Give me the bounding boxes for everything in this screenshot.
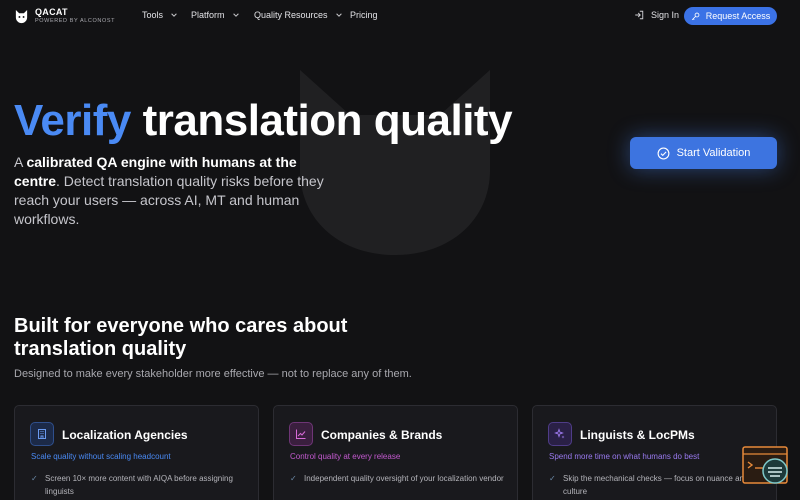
card-tagline: Scale quality without scaling headcount bbox=[31, 452, 171, 461]
logo-subtitle: POWERED BY ALCONOST bbox=[35, 18, 116, 24]
nav-item-label: Quality Resources bbox=[254, 10, 328, 20]
card-tagline: Spend more time on what humans do best bbox=[549, 452, 700, 461]
card-linguists-locpms: Linguists & LocPMs Spend more time on wh… bbox=[532, 405, 777, 500]
logo-name: QACAT bbox=[35, 7, 68, 17]
request-access-button[interactable]: Request Access bbox=[684, 7, 777, 25]
section-title: Built for everyone who cares about trans… bbox=[14, 315, 348, 360]
nav-item-label: Platform bbox=[191, 10, 225, 20]
chart-icon bbox=[296, 429, 306, 439]
nav-item-tools[interactable]: Tools bbox=[142, 10, 178, 20]
chevron-down-icon bbox=[171, 13, 177, 17]
list-item: ✓ Skip the mechanical checks — focus on … bbox=[549, 472, 764, 498]
check-circle-icon bbox=[657, 147, 670, 159]
list-item: ✓ Screen 10× more content with AIQA befo… bbox=[31, 472, 246, 498]
list-item-text: Skip the mechanical checks — focus on nu… bbox=[563, 474, 749, 496]
cat-logo-icon bbox=[15, 9, 28, 23]
list-item: ✓ Independent quality oversight of your … bbox=[290, 472, 505, 485]
nav-item-label: Tools bbox=[142, 10, 164, 20]
nav-item-quality-resources[interactable]: Quality Resources bbox=[254, 10, 343, 20]
start-validation-button[interactable]: Start Validation bbox=[630, 137, 777, 169]
hero-desc-suffix: . Detect translation quality risks befor… bbox=[14, 173, 324, 227]
nav-item-label: Pricing bbox=[350, 10, 378, 20]
start-validation-label: Start Validation bbox=[676, 147, 751, 159]
card-companies-brands: Companies & Brands Control quality at ev… bbox=[273, 405, 518, 500]
hero-title-rest: translation quality bbox=[142, 96, 513, 145]
logo[interactable]: QACAT POWERED BY ALCONOST bbox=[14, 8, 115, 25]
hero-title-accent: Verify bbox=[14, 96, 131, 145]
list-item-text: Screen 10× more content with AIQA before… bbox=[45, 474, 233, 496]
list-item-text: Independent quality oversight of your lo… bbox=[304, 474, 504, 483]
card-title: Companies & Brands bbox=[321, 428, 443, 442]
key-icon bbox=[691, 12, 700, 20]
building-icon bbox=[38, 429, 46, 439]
sign-in-link[interactable]: Sign In bbox=[634, 10, 679, 20]
hero-title: Verify translation quality bbox=[14, 96, 513, 146]
card-icon-box bbox=[30, 422, 54, 446]
top-nav: QACAT POWERED BY ALCONOST Tools Platform… bbox=[0, 0, 800, 32]
card-icon-box bbox=[289, 422, 313, 446]
card-icon-box bbox=[548, 422, 572, 446]
card-localization-agencies: Localization Agencies Scale quality with… bbox=[14, 405, 259, 500]
checkmark-icon: ✓ bbox=[290, 474, 297, 483]
sign-in-label: Sign In bbox=[651, 10, 680, 20]
request-access-label: Request Access bbox=[705, 11, 771, 21]
chat-widget-icon[interactable] bbox=[742, 446, 790, 486]
chevron-down-icon bbox=[232, 13, 239, 17]
checkmark-icon: ✓ bbox=[31, 474, 38, 483]
checkmark-icon: ✓ bbox=[549, 474, 556, 483]
hero-description: A calibrated QA engine with humans at th… bbox=[14, 153, 344, 229]
hero-desc-prefix: A bbox=[14, 154, 27, 170]
chevron-down-icon bbox=[335, 13, 342, 17]
sparkle-icon bbox=[554, 428, 565, 439]
card-title: Linguists & LocPMs bbox=[580, 428, 695, 442]
section-subtitle: Designed to make every stakeholder more … bbox=[14, 368, 412, 380]
nav-item-platform[interactable]: Platform bbox=[191, 10, 240, 20]
card-tagline: Control quality at every release bbox=[290, 452, 401, 461]
sign-in-icon bbox=[635, 10, 644, 20]
nav-item-pricing[interactable]: Pricing bbox=[350, 10, 378, 20]
card-title: Localization Agencies bbox=[62, 428, 188, 442]
